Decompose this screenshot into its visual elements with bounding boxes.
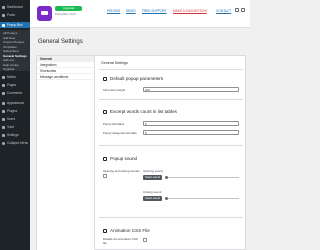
sidebar-item-label: Dashboard xyxy=(7,5,23,9)
disable-animation-checkbox[interactable] xyxy=(143,238,147,242)
settings-content: General Settings Default popup parameter… xyxy=(99,56,245,250)
page-title: General Settings xyxy=(38,39,83,45)
settings-panel: General Integrations Shortcodes Message … xyxy=(36,55,246,250)
contact-link[interactable]: CONTACT xyxy=(216,9,231,13)
upgrade-button[interactable]: Upgrade xyxy=(55,6,82,11)
sidebar-item-label: Settings xyxy=(7,133,19,137)
sidebar-item-label: Appearance xyxy=(7,101,25,105)
sidebar-item-label: Users xyxy=(7,117,16,121)
closing-sound-label: Closing sound xyxy=(143,190,162,194)
sidebar-item-plugins[interactable]: Plugins xyxy=(0,108,30,114)
sidebar-item-media[interactable]: Media xyxy=(0,74,30,80)
submenu-item[interactable]: Upgrade xyxy=(0,67,30,72)
user-icon xyxy=(2,117,5,121)
play-icon[interactable] xyxy=(165,176,168,179)
section-heading: Excerpt words count in list tables xyxy=(110,109,177,114)
sidebar-item-label: Tools xyxy=(7,125,15,129)
opening-closing-sounds-label: Opening and closing sounds xyxy=(103,169,140,173)
youtube-icon[interactable] xyxy=(241,8,245,12)
comment-icon xyxy=(2,91,5,95)
sidebar-item-label: Popup Box xyxy=(7,23,23,27)
sidebar-item-label: Media xyxy=(7,75,16,79)
section-heading: Default popup parameters xyxy=(110,76,164,81)
closing-sound-player[interactable] xyxy=(165,198,239,199)
select-closing-sound-button[interactable]: Select sound xyxy=(143,196,162,201)
collapse-icon xyxy=(2,141,5,145)
divider xyxy=(99,217,243,218)
wrench-icon xyxy=(2,125,5,129)
divider xyxy=(99,145,243,146)
tab-height-input[interactable]: 100 xyxy=(143,87,239,92)
free-support-link[interactable]: FREE SUPPORT xyxy=(142,9,167,13)
facebook-icon[interactable] xyxy=(235,8,239,12)
select-opening-sound-button[interactable]: Select sound xyxy=(143,175,162,180)
pricing-link[interactable]: PRICING xyxy=(107,9,120,13)
plug-icon xyxy=(2,109,5,113)
tab-height-label: Tab button height xyxy=(103,88,126,92)
dashboard-icon xyxy=(2,5,5,9)
sidebar-item-settings[interactable]: Settings xyxy=(0,132,30,138)
pin-icon xyxy=(2,13,5,17)
section-heading: Popup sound xyxy=(110,156,138,161)
disable-animation-label: Disable the Animation CSS file xyxy=(103,237,138,245)
page-icon xyxy=(2,83,5,87)
sounds-checkbox[interactable] xyxy=(103,174,107,178)
settings-icon xyxy=(2,133,5,137)
popup-box-icon xyxy=(2,23,5,27)
sidebar-item-posts[interactable]: Posts xyxy=(0,12,30,18)
sidebar-item-tools[interactable]: Tools xyxy=(0,124,30,130)
media-icon xyxy=(2,75,5,79)
popup-list-label: Popup list tables xyxy=(103,122,125,126)
plugin-header: Upgrade Popup Box v.3.0.0 PRICING DEMO F… xyxy=(30,0,250,28)
sidebar-item-popup-box[interactable]: Popup Box xyxy=(0,22,30,28)
music-note-icon xyxy=(103,157,107,161)
sidebar-item-label: Pages xyxy=(7,83,17,87)
gear-icon xyxy=(103,77,107,81)
collapse-menu-button[interactable]: Collapse Menu xyxy=(0,140,30,146)
divider xyxy=(99,99,243,100)
sidebar-item-label: Comments xyxy=(7,91,23,95)
admin-sidebar: Dashboard Posts Popup Box All Popups Add… xyxy=(0,0,30,250)
code-icon xyxy=(103,229,107,233)
popup-list-input[interactable]: 5 xyxy=(143,121,239,126)
opening-sound-label: Opening sound xyxy=(143,169,163,173)
demo-link[interactable]: DEMO xyxy=(126,9,136,13)
content-heading: General Settings xyxy=(101,61,128,65)
sidebar-item-label: Plugins xyxy=(7,109,18,113)
sidebar-item-dashboard[interactable]: Dashboard xyxy=(0,4,30,10)
divider xyxy=(99,69,243,70)
wp-admin-page: Dashboard Posts Popup Box All Popups Add… xyxy=(0,0,250,250)
tab-message-conditions[interactable]: Message conditions xyxy=(37,74,94,80)
opening-sound-player[interactable] xyxy=(165,177,239,178)
sidebar-item-appearance[interactable]: Appearance xyxy=(0,100,30,106)
plugin-version: Popup Box v.3.0.0 xyxy=(55,13,77,16)
sidebar-item-comments[interactable]: Comments xyxy=(0,90,30,96)
list-icon xyxy=(103,110,107,114)
popup-box-logo xyxy=(37,6,52,21)
popup-categories-input[interactable]: 5 xyxy=(143,130,239,135)
make-a-suggestion-link[interactable]: MAKE A SUGGESTION xyxy=(173,9,207,13)
play-icon[interactable] xyxy=(165,197,168,200)
sidebar-item-pages[interactable]: Pages xyxy=(0,82,30,88)
brush-icon xyxy=(2,101,5,105)
popup-categories-label: Popup categories list table xyxy=(103,131,137,135)
sidebar-item-users[interactable]: Users xyxy=(0,116,30,122)
sidebar-item-label: Posts xyxy=(7,13,15,17)
sidebar-item-label: Collapse Menu xyxy=(7,141,29,145)
section-heading: Animation CSS File xyxy=(110,228,150,233)
settings-tabs: General Integrations Shortcodes Message … xyxy=(37,56,95,250)
